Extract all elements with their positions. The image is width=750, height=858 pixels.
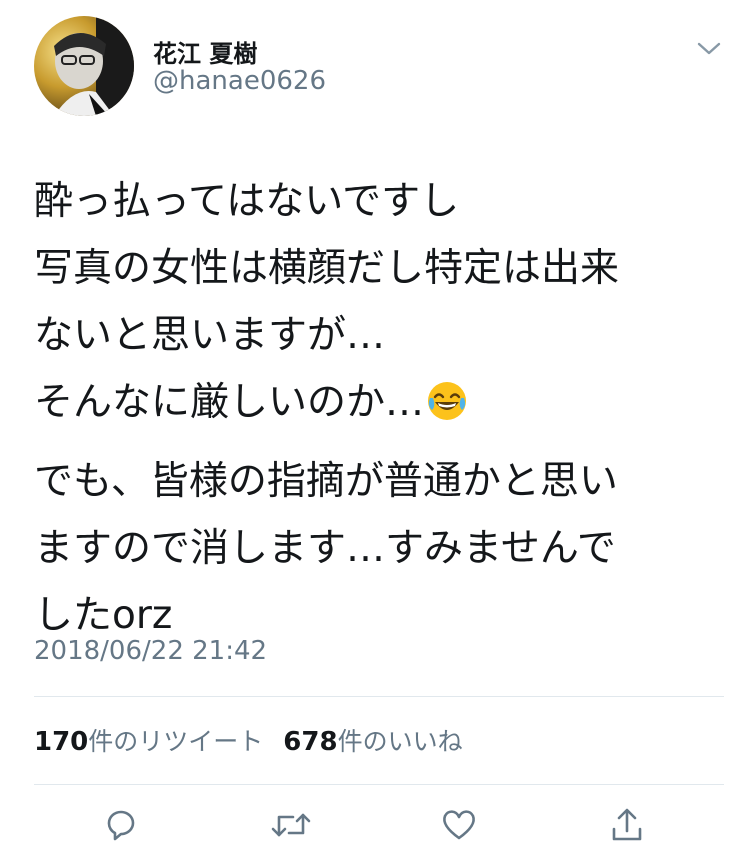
tweet-line: でも、皆様の指摘が普通かと思い bbox=[34, 459, 618, 504]
retweet-icon bbox=[271, 813, 311, 837]
tweet-stats: 170 件のリツイート 678 件のいいね bbox=[34, 722, 483, 758]
retweet-button[interactable] bbox=[266, 800, 316, 850]
reply-icon bbox=[107, 810, 135, 841]
tweet-line: 酔っ払ってはないですし bbox=[34, 179, 460, 224]
divider bbox=[34, 696, 724, 697]
like-count[interactable]: 678 件のいいね bbox=[283, 722, 462, 758]
like-count-label: 件のいいね bbox=[337, 727, 463, 756]
chevron-down-icon bbox=[697, 42, 721, 55]
retweet-count-value: 170 bbox=[34, 727, 89, 757]
share-button[interactable] bbox=[602, 800, 652, 850]
tweet-line: ますので消します…すみませんで bbox=[34, 526, 616, 571]
user-handle[interactable]: @hanae0626 bbox=[153, 66, 326, 96]
retweet-count[interactable]: 170 件のリツイート bbox=[34, 722, 263, 758]
more-options-button[interactable] bbox=[694, 38, 724, 60]
tweet-header: 花江 夏樹 @hanae0626 bbox=[0, 0, 750, 140]
avatar[interactable] bbox=[34, 16, 134, 116]
reply-button[interactable] bbox=[96, 800, 146, 850]
heart-icon bbox=[443, 810, 475, 840]
profile-photo-icon bbox=[34, 16, 134, 116]
share-icon bbox=[612, 808, 642, 841]
tweet-line: ないと思いますが… bbox=[34, 313, 386, 358]
like-button[interactable] bbox=[434, 800, 484, 850]
tweet-actions bbox=[0, 800, 750, 858]
like-count-value: 678 bbox=[283, 727, 338, 757]
divider bbox=[34, 784, 724, 785]
retweet-count-label: 件のリツイート bbox=[88, 727, 264, 756]
display-name[interactable]: 花江 夏樹 bbox=[153, 34, 257, 69]
tweet-line: そんなに厳しいのか… bbox=[34, 369, 724, 436]
tweet-timestamp[interactable]: 2018/06/22 21:42 bbox=[34, 636, 267, 666]
face-with-tears-of-joy-icon bbox=[426, 376, 468, 420]
tweet-line-text: そんなに厳しいのか… bbox=[34, 380, 425, 425]
tweet-text: 酔っ払ってはないですし 写真の女性は横顔だし特定は出来 ないと思いますが… そん… bbox=[34, 168, 724, 649]
tweet-line: 写真の女性は横顔だし特定は出来 bbox=[34, 246, 620, 291]
